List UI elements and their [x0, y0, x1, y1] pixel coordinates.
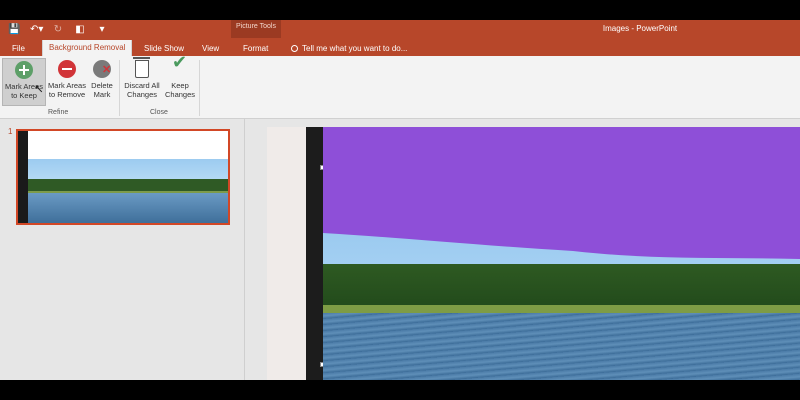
mark-remove-line1: Mark Areas — [48, 81, 86, 90]
plus-icon — [15, 61, 33, 79]
redo-icon[interactable]: ↻ — [52, 24, 64, 35]
refine-group-label: Refine — [48, 109, 69, 116]
mark-areas-to-remove-button[interactable]: Mark Areas to Remove — [46, 58, 88, 106]
tab-file[interactable]: File — [12, 42, 25, 56]
tab-format[interactable]: Format — [243, 42, 268, 56]
mark-remove-line2: to Remove — [48, 90, 86, 99]
powerpoint-window: 💾 ↶▾ ↻ ◧ ▾ Picture Tools Images - PowerP… — [0, 20, 800, 380]
ribbon: Mark Areas to Keep Mark Areas to Remove … — [0, 56, 800, 119]
discard-line1: Discard All — [124, 81, 160, 90]
slide-editor — [245, 119, 800, 380]
slide-thumbnail-pane: 1 — [0, 119, 244, 380]
selected-picture[interactable] — [323, 127, 800, 380]
quick-access-toolbar: 💾 ↶▾ ↻ ◧ ▾ — [8, 20, 108, 38]
checkmark-icon — [171, 58, 189, 78]
tab-view[interactable]: View — [202, 42, 219, 56]
discard-line2: Changes — [126, 90, 158, 99]
customize-icon[interactable]: ▾ — [96, 24, 108, 35]
delete-mark-line1: Delete — [91, 81, 113, 90]
trash-icon — [133, 57, 150, 78]
picture-tools-label: Picture Tools — [236, 23, 276, 30]
delete-mark-icon — [93, 60, 111, 78]
group-separator — [119, 60, 120, 116]
keep-line2: Changes — [164, 90, 196, 99]
tab-background-removal[interactable]: Background Removal — [42, 40, 133, 56]
group-separator — [199, 60, 200, 116]
minus-icon — [58, 60, 76, 78]
delete-mark-line2: Mark — [93, 90, 111, 99]
tell-me-text: Tell me what you want to do... — [302, 44, 408, 53]
delete-mark-button[interactable]: Delete Mark — [88, 58, 116, 106]
mouse-cursor-icon: ⭦ — [35, 82, 43, 96]
removal-overlay — [323, 127, 800, 259]
discard-all-changes-button[interactable]: Discard All Changes — [121, 57, 163, 106]
tell-me-search[interactable]: Tell me what you want to do... — [291, 42, 407, 56]
keep-line1: Keep — [171, 81, 189, 90]
background-removal-mask — [323, 127, 800, 259]
save-icon[interactable]: 💾 — [8, 24, 20, 35]
keep-changes-button[interactable]: Keep Changes — [163, 58, 197, 106]
letterbox-bottom — [0, 380, 800, 400]
slide-thumbnail[interactable] — [16, 129, 230, 225]
present-icon[interactable]: ◧ — [74, 24, 86, 35]
lightbulb-icon — [291, 45, 298, 52]
thumbnail-water — [28, 193, 228, 223]
ribbon-tabs: File Background Removal Slide Show View … — [0, 38, 800, 56]
title-bar: 💾 ↶▾ ↻ ◧ ▾ Picture Tools Images - PowerP… — [0, 20, 800, 56]
undo-icon[interactable]: ↶▾ — [30, 24, 43, 35]
window-title: Images - PowerPoint — [602, 24, 678, 33]
close-group-label: Close — [150, 109, 168, 116]
thumbnail-dark-strip — [18, 131, 28, 223]
letterbox-top — [0, 0, 800, 20]
slide-number: 1 — [8, 127, 13, 136]
